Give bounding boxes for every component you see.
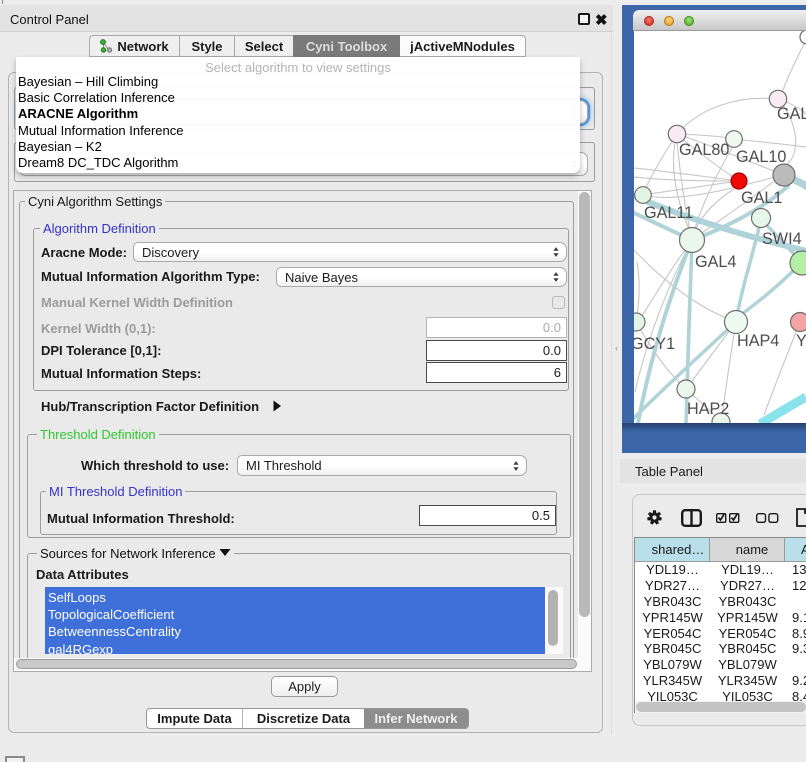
svg-text:GAL11: GAL11: [644, 204, 693, 222]
svg-text:SWI4: SWI4: [762, 230, 802, 248]
svg-text:HAP2: HAP2: [687, 400, 729, 418]
svg-text:GAL80: GAL80: [679, 141, 729, 159]
svg-text:GAL10: GAL10: [736, 148, 786, 166]
svg-text:GAL1: GAL1: [741, 189, 782, 207]
svg-text:HAP4: HAP4: [737, 332, 779, 350]
svg-text:GAL: GAL: [777, 105, 806, 123]
svg-text:Y: Y: [796, 332, 806, 350]
svg-text:GAL4: GAL4: [695, 253, 736, 271]
svg-text:GCY1: GCY1: [634, 335, 675, 353]
